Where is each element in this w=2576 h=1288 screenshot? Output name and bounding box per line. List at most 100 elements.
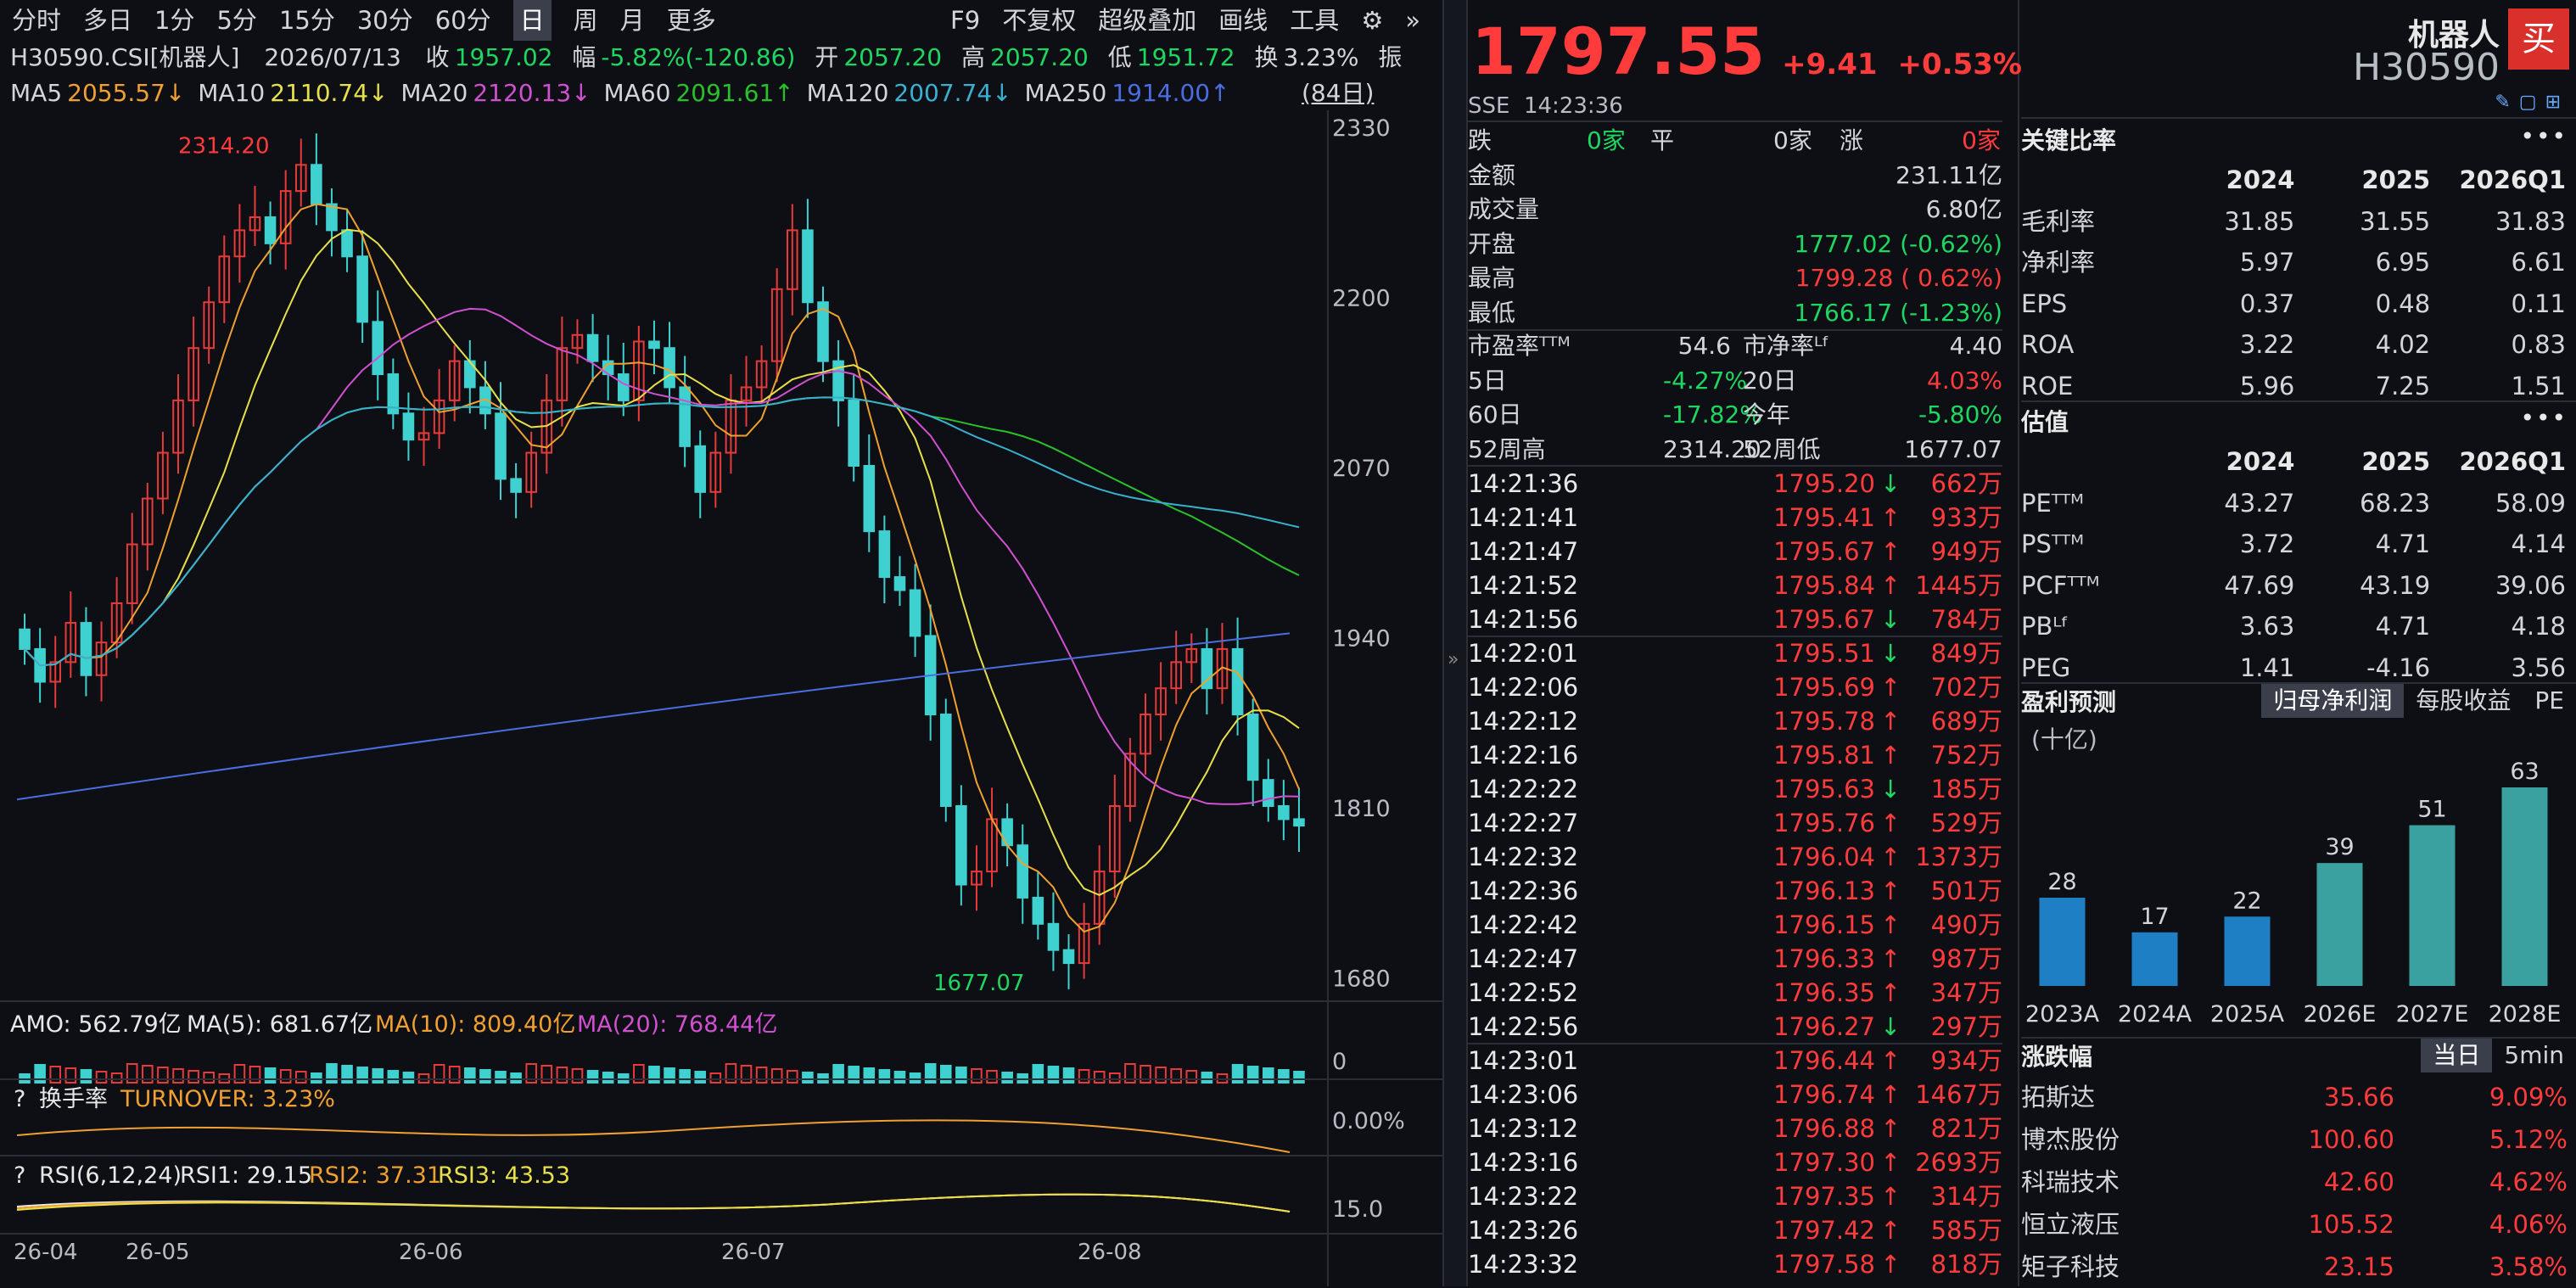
candle-body: [311, 164, 322, 205]
valuation-table: 2024 2025 2026Q1 PEᵀᵀᴹ 43.27 68.23 58.09 PSᵀᵀᴹ 3…: [2021, 441, 2576, 688]
toolbar-button[interactable]: 超级叠加: [1098, 0, 1196, 41]
last-price: 1797.55: [1471, 14, 1766, 89]
volume-bar: [64, 1067, 77, 1084]
y-tick-label: 2330: [1332, 115, 1391, 142]
high-value: 2057.20: [990, 43, 1089, 71]
mover-change: 3.58%: [2489, 1252, 2568, 1281]
ma5-label: MA5: [10, 79, 63, 107]
tick-price: 1795.67: [1773, 605, 1875, 634]
period-tab[interactable]: 日: [512, 0, 552, 41]
tick-row: 14:21:52 1795.84 ↑ 1445万: [1468, 568, 2002, 602]
ma120-line: [24, 396, 1300, 667]
cell: 43.19: [2360, 570, 2431, 600]
volume-bar: [694, 1071, 707, 1084]
volume-bar: [863, 1067, 876, 1084]
tick-time: 14:23:22: [1468, 1182, 1579, 1211]
volume-axis-label: 0: [1332, 1049, 1347, 1075]
table-row: 毛利率 31.85 31.55 31.83: [2021, 201, 2576, 243]
period-tab[interactable]: 分时: [12, 0, 61, 41]
period-tab[interactable]: 15分: [279, 0, 335, 41]
cell: 5.97: [2239, 248, 2295, 277]
period-tab[interactable]: 5分: [216, 0, 256, 41]
toolbar-button[interactable]: F9: [950, 0, 980, 41]
price-change: +9.41: [1782, 48, 1878, 81]
price-change-pct: +0.53%: [1897, 48, 2022, 81]
mover-row[interactable]: 拓斯达 35.66 9.09%: [2021, 1076, 2576, 1118]
movers-tab[interactable]: 5min: [2492, 1039, 2576, 1072]
period-tab[interactable]: 周: [574, 0, 598, 41]
volume-bar: [1109, 1072, 1121, 1084]
column-header: 2025: [2361, 447, 2431, 476]
toolbar-button[interactable]: 不复权: [1002, 0, 1076, 41]
volume-bar: [1262, 1067, 1274, 1084]
arrow-up-icon: ↑: [1880, 944, 1901, 973]
toolbar-button[interactable]: 画线: [1218, 0, 1268, 41]
collapse-icon[interactable]: »: [1405, 0, 1420, 41]
mover-row[interactable]: 博杰股份 100.60 5.12%: [2021, 1118, 2576, 1161]
mover-change: 4.62%: [2489, 1168, 2568, 1196]
y-tick-label: 1940: [1332, 626, 1391, 652]
movers-tab[interactable]: 当日: [2421, 1039, 2493, 1072]
mover-change: 4.06%: [2489, 1210, 2568, 1239]
days-label[interactable]: (84日): [1302, 75, 1374, 112]
arrow-up-icon: ↑: [1880, 537, 1901, 566]
candle-body: [356, 255, 368, 323]
panel-splitter[interactable]: »: [1442, 0, 1468, 1286]
arrow-up-icon: ↑: [1880, 978, 1901, 1007]
volume-bar: [294, 1071, 307, 1084]
toolbar-button[interactable]: 工具: [1290, 0, 1339, 41]
panel-controls[interactable]: ✎▢⊞: [2495, 92, 2569, 113]
volume-bar: [157, 1067, 169, 1084]
candle-body: [648, 340, 660, 350]
mover-row[interactable]: 矩子科技 23.15 3.58%: [2021, 1246, 2576, 1288]
help-icon[interactable]: ?: [14, 1162, 25, 1189]
tick-price: 1797.42: [1773, 1216, 1875, 1245]
forecast-tab[interactable]: 归母净利润: [2261, 684, 2405, 718]
valuation-more-icon[interactable]: •••: [2520, 404, 2568, 432]
tick-volume: 501万: [1930, 876, 2002, 905]
period-tab[interactable]: 1分: [154, 0, 194, 41]
candle-body: [1231, 647, 1244, 716]
buy-button[interactable]: 买: [2508, 8, 2569, 70]
d60-label: 60日: [1468, 400, 1522, 428]
arrow-up-icon: ↑: [1880, 1148, 1901, 1177]
open-label: 开盘: [1468, 229, 1516, 258]
volume-bar: [1278, 1069, 1290, 1084]
mover-row[interactable]: 恒立液压 105.52 4.06%: [2021, 1203, 2576, 1246]
y-tick-label: 1680: [1332, 966, 1391, 993]
forecast-tab[interactable]: 每股收益: [2404, 684, 2523, 718]
period-tab[interactable]: 月: [620, 0, 645, 41]
tick-volume: 314万: [1930, 1182, 2002, 1211]
valuation-title: 估值: [2021, 408, 2069, 436]
security-header: 机器人 H30590 买 ✎▢⊞: [2021, 0, 2576, 119]
period-tab[interactable]: 更多: [667, 0, 716, 41]
period-tab[interactable]: 60分: [435, 0, 491, 41]
volume-bar: [909, 1072, 921, 1084]
tick-time: 14:21:36: [1468, 469, 1579, 498]
help-icon[interactable]: ?: [14, 1086, 25, 1112]
forecast-tab[interactable]: PE: [2523, 684, 2576, 718]
cell: 4.18: [2511, 612, 2567, 641]
period-tab[interactable]: 30分: [357, 0, 413, 41]
tick-time: 14:22:42: [1468, 910, 1579, 939]
mover-row[interactable]: 科瑞技术 42.60 4.62%: [2021, 1161, 2576, 1203]
tick-row: 14:22:36 1796.13 ↑ 501万: [1468, 874, 2002, 908]
column-header: [2021, 160, 2170, 201]
tick-volume: 1467万: [1915, 1080, 2002, 1109]
rsi3-value: RSI3: 43.53: [438, 1162, 570, 1189]
volume-bar: [556, 1067, 568, 1084]
candle-body: [1246, 714, 1259, 781]
row-label: PSᵀᵀᴹ: [2021, 529, 2084, 558]
flat-label: 平: [1650, 126, 1675, 154]
volume-bar: [986, 1070, 998, 1084]
period-tab[interactable]: 多日: [83, 0, 132, 41]
tick-list[interactable]: 14:21:36 1795.20 ↓ 662万 14:21:41 1795.41 ↑ 933万…: [1468, 467, 2002, 1281]
settings-icon[interactable]: ⚙: [1361, 0, 1383, 41]
volume-bar: [479, 1069, 491, 1084]
tick-volume: 585万: [1930, 1216, 2002, 1245]
mover-price: 100.60: [2308, 1125, 2394, 1154]
volume-bar: [510, 1072, 522, 1084]
tick-price: 1797.58: [1773, 1250, 1875, 1279]
mover-name: 恒立液压: [2021, 1210, 2120, 1239]
ratios-more-icon[interactable]: •••: [2520, 122, 2568, 150]
